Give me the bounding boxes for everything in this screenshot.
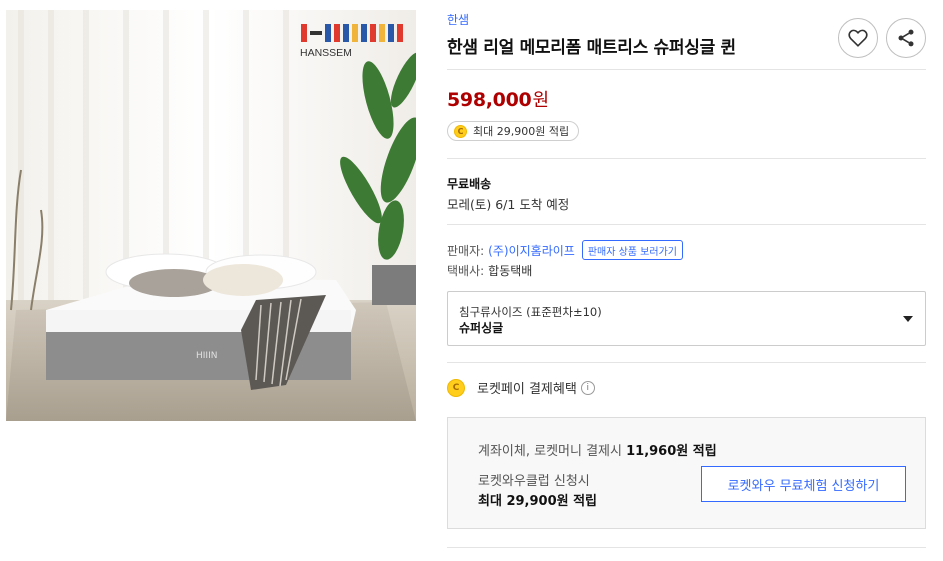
divider xyxy=(447,547,926,548)
size-option-select[interactable]: 침구류사이즈 (표준편차±10) 슈퍼싱글 xyxy=(447,291,926,346)
seller-row: 판매자: (주)이지홈라이프 판매자 상품 보러가기 xyxy=(447,240,683,260)
coin-icon: C xyxy=(454,124,467,138)
info-icon[interactable]: i xyxy=(580,380,595,395)
rocketpay-coin-icon: C xyxy=(447,378,465,397)
share-icon xyxy=(898,29,914,47)
share-button[interactable] xyxy=(886,18,926,58)
benefit-transfer-text: 계좌이체, 로켓머니 결제시 xyxy=(478,444,622,459)
rocketpay-benefit-box: 계좌이체, 로켓머니 결제시 11,960원 적립 로켓와우클럽 신청시 최대 … xyxy=(447,417,926,529)
caret-down-icon xyxy=(903,316,913,322)
price-amount: 598,000 xyxy=(447,89,532,111)
rocketpay-benefit-row: C 로켓페이 결제혜택 i xyxy=(447,378,595,397)
seller-name-link[interactable]: (주)이지홈라이프 xyxy=(488,242,575,259)
product-photo: HIIIN HANSSEM xyxy=(6,10,416,421)
brand-logo-text: HANSSEM xyxy=(300,47,352,59)
price-currency: 원 xyxy=(532,90,549,111)
product-info-panel: 한샘 한샘 리얼 메모리폼 매트리스 슈퍼싱글 퀸 598,000원 C 최대 … xyxy=(447,0,926,561)
rocket-wow-trial-button[interactable]: 로켓와우 무료체험 신청하기 xyxy=(701,466,906,502)
rocketpay-label: 로켓페이 결제혜택 xyxy=(477,382,577,397)
divider xyxy=(447,362,926,363)
benefit-transfer-amount: 11,960원 적립 xyxy=(626,444,717,459)
cash-reward-badge: C 최대 29,900원 적립 xyxy=(447,121,580,141)
heart-icon xyxy=(848,29,868,47)
courier-name: 합동택배 xyxy=(488,264,533,278)
shipping-arrival: 모레(토) 6/1 도착 예정 xyxy=(447,197,570,212)
product-title: 한샘 리얼 메모리폼 매트리스 슈퍼싱글 퀸 xyxy=(447,38,736,58)
option-label: 침구류사이즈 (표준편차±10) xyxy=(459,305,602,319)
cash-reward-text: 최대 29,900원 적립 xyxy=(473,125,570,138)
product-image[interactable]: HIIIN HANSSEM xyxy=(6,10,416,421)
courier-row: 택배사: 합동택배 xyxy=(447,262,532,279)
shipping-title: 무료배송 xyxy=(447,177,492,191)
brand-link[interactable]: 한샘 xyxy=(447,11,469,28)
divider xyxy=(447,69,926,70)
benefit-wow-text: 로켓와우클럽 신청시 xyxy=(478,474,590,489)
benefit-wow-amount: 최대 29,900원 적립 xyxy=(478,494,598,509)
mattress-label: HIIIN xyxy=(196,351,217,361)
benefit-transfer-line: 계좌이체, 로켓머니 결제시 11,960원 적립 xyxy=(478,440,717,459)
divider xyxy=(447,224,926,225)
seller-products-button[interactable]: 판매자 상품 보러가기 xyxy=(581,240,683,260)
seller-label: 판매자: xyxy=(447,243,485,258)
courier-label: 택배사: xyxy=(447,264,485,278)
wishlist-button[interactable] xyxy=(838,18,878,58)
sale-price: 598,000원 xyxy=(447,86,549,112)
divider xyxy=(447,158,926,159)
option-selected-value: 슈퍼싱글 xyxy=(459,321,504,335)
